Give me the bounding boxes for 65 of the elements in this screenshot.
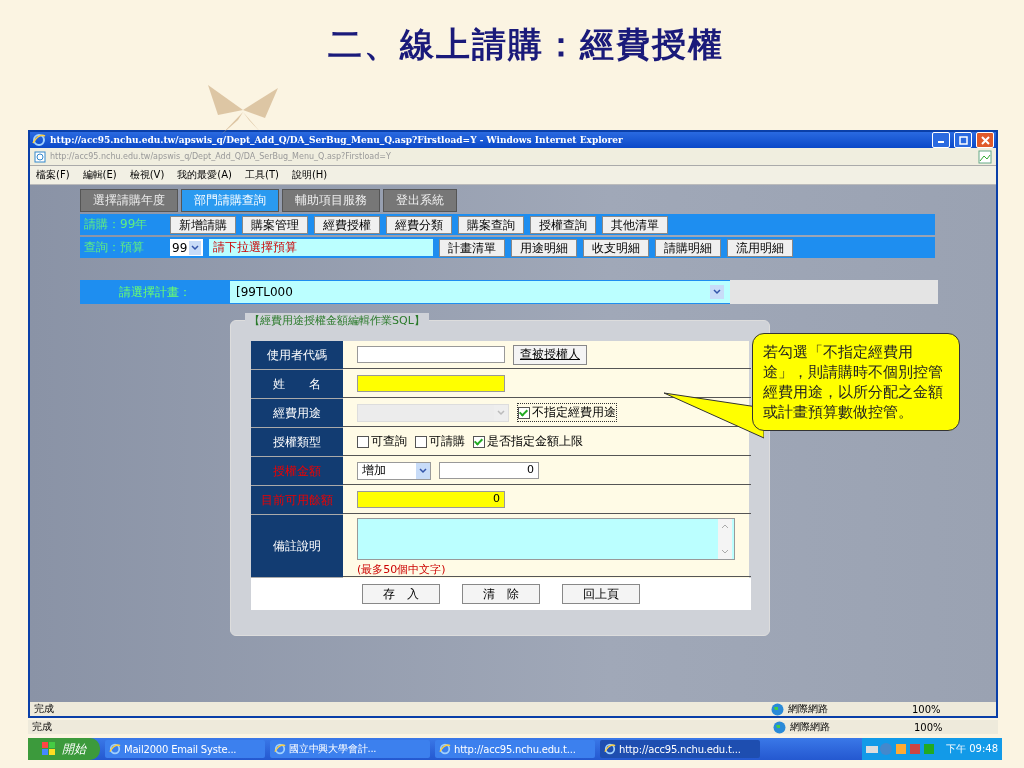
field-label: 授權金額 xyxy=(273,462,321,480)
zone-text: 網際網路 xyxy=(790,720,831,734)
menu-button[interactable]: 收支明細 xyxy=(583,238,650,257)
taskbar-item[interactable]: 國立中興大學會計... xyxy=(270,740,430,758)
menu-item[interactable]: 檔案(F) xyxy=(36,168,70,182)
menu-button[interactable]: 新增請購 xyxy=(170,215,236,234)
budget-hint: 請下拉選擇預算 xyxy=(209,239,434,256)
query-label: 查詢：預算 xyxy=(84,239,145,256)
menu-button[interactable]: 購案管理 xyxy=(242,215,308,234)
menu-item[interactable]: 檢視(V) xyxy=(129,168,165,182)
menu-button[interactable]: 購案查詢 xyxy=(458,215,524,234)
field-label: 備註說明 xyxy=(273,537,321,555)
form-button[interactable]: 存 入 xyxy=(362,584,440,604)
menu-button[interactable]: 其他清單 xyxy=(602,215,668,234)
taskbar-item[interactable]: http://acc95.nchu.edu.t... xyxy=(435,740,595,758)
form-legend: 【經費用途授權金額編輯作業SQL】 xyxy=(245,313,429,328)
plan-select[interactable]: [99TL000 xyxy=(230,281,730,303)
field-label: 目前可用餘額 xyxy=(261,491,333,509)
taskbar-item[interactable]: Mail2000 Email Syste... xyxy=(105,740,265,758)
nav-tab[interactable]: 登出系統 xyxy=(383,189,457,212)
zoom-control[interactable]: 100% xyxy=(912,703,992,715)
menu-button[interactable]: 流用明細 xyxy=(727,238,794,257)
menu-button[interactable]: 計畫清單 xyxy=(439,238,506,257)
window-title: http://acc95.nchu.edu.tw/apswis_q/Dept_Add_Q/DA_SerBug_Menu_Q.asp?Firstload=Y - Windows Internet Explorer xyxy=(50,135,624,145)
menu-item[interactable]: 編輯(E) xyxy=(82,168,117,182)
field-label: 姓 名 xyxy=(273,375,321,393)
form-button[interactable]: 回上頁 xyxy=(562,584,640,604)
callout-text: 若勾選「不指定經費用途」，則請購時不個別控管經費用途，以所分配之金額或計畫預算數做控管。 xyxy=(752,333,960,431)
status-text: 完成 xyxy=(32,720,53,734)
field-label: 使用者代碼 xyxy=(267,346,327,364)
zone-text: 網際網路 xyxy=(788,702,829,716)
clock: 下午 09:48 xyxy=(946,742,998,756)
field-label: 授權類型 xyxy=(273,433,321,451)
zoom-control[interactable]: 100% xyxy=(914,721,994,733)
purchase-label: 請購：99年 xyxy=(84,216,149,233)
menu-button[interactable]: 請購明細 xyxy=(655,238,722,257)
nav-tab[interactable]: 選擇請購年度 xyxy=(80,189,178,212)
plan-label: 請選擇計畫： xyxy=(118,283,192,301)
year-select[interactable]: 99 xyxy=(170,239,204,256)
slide-title: 二、線上請購：經費授權 xyxy=(328,23,724,66)
menu-button[interactable]: 經費授權 xyxy=(314,215,380,234)
checkbox-label: 可查詢 xyxy=(371,433,407,450)
plan-value: [99TL000 xyxy=(236,285,293,299)
form-button[interactable]: 清 除 xyxy=(462,584,540,604)
menu-button[interactable]: 經費分類 xyxy=(386,215,452,234)
menu-item[interactable]: 工具(T) xyxy=(245,168,279,182)
address-text: http://acc95.nchu.edu.tw/apswis_q/Dept_Add_Q/DA_SerBug_Menu_Q.asp?Firstload=Y xyxy=(50,152,392,161)
status-text: 完成 xyxy=(34,702,55,716)
nav-tab[interactable]: 輔助項目服務 xyxy=(282,189,380,212)
taskbar-item[interactable]: http://acc95.nchu.edu.t... xyxy=(600,740,760,758)
checkbox-label: 不指定經費用途 xyxy=(532,404,616,421)
field-label: 經費用途 xyxy=(273,404,321,422)
change-select[interactable]: 增加 xyxy=(357,461,431,480)
checkbox[interactable]: 可查詢 xyxy=(357,433,407,450)
menu-item[interactable]: 說明(H) xyxy=(291,168,328,182)
input-field[interactable]: 0 xyxy=(357,491,505,508)
menu-button[interactable]: 用途明細 xyxy=(511,238,578,257)
checkbox[interactable]: 可請購 xyxy=(415,433,465,450)
lookup-button[interactable]: 查被授權人 xyxy=(513,344,587,365)
start-button[interactable]: 開始 xyxy=(28,738,100,760)
checkbox-label: 可請購 xyxy=(429,433,465,450)
length-note: (最多50個中文字) xyxy=(357,562,446,577)
amount-field[interactable]: 0 xyxy=(439,462,539,479)
menu-button[interactable]: 授權查詢 xyxy=(530,215,596,234)
menu-item[interactable]: 我的最愛(A) xyxy=(177,168,232,182)
